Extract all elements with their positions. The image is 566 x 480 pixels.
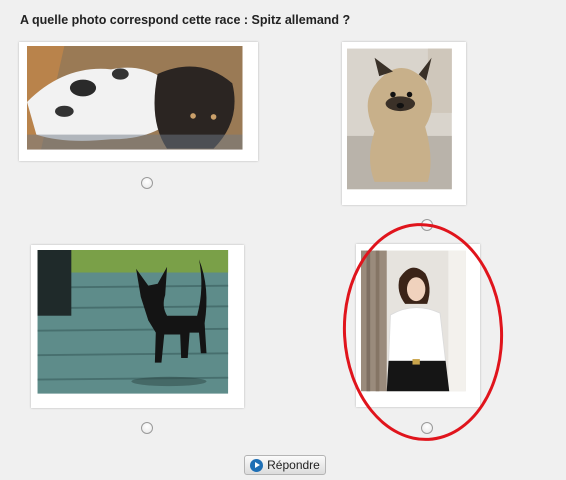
play-icon xyxy=(250,458,264,472)
submit-button[interactable]: Répondre xyxy=(244,455,326,475)
quiz-question: A quelle photo correspond cette race : S… xyxy=(20,13,351,27)
photo-option-1[interactable] xyxy=(19,42,258,161)
submit-label: Répondre xyxy=(267,458,320,472)
photo-option-3[interactable] xyxy=(31,245,244,408)
radio-option-2[interactable] xyxy=(421,219,433,231)
photo-option-2[interactable] xyxy=(342,42,466,205)
photo-option-4[interactable] xyxy=(356,244,480,407)
photo-fluffy-dog xyxy=(347,48,452,190)
radio-option-3[interactable] xyxy=(141,422,153,434)
photo-dog-basket xyxy=(27,46,243,150)
radio-option-1[interactable] xyxy=(141,177,153,189)
radio-option-4[interactable] xyxy=(421,422,433,434)
photo-woman xyxy=(361,250,466,392)
photo-small-black-dog xyxy=(37,250,229,394)
